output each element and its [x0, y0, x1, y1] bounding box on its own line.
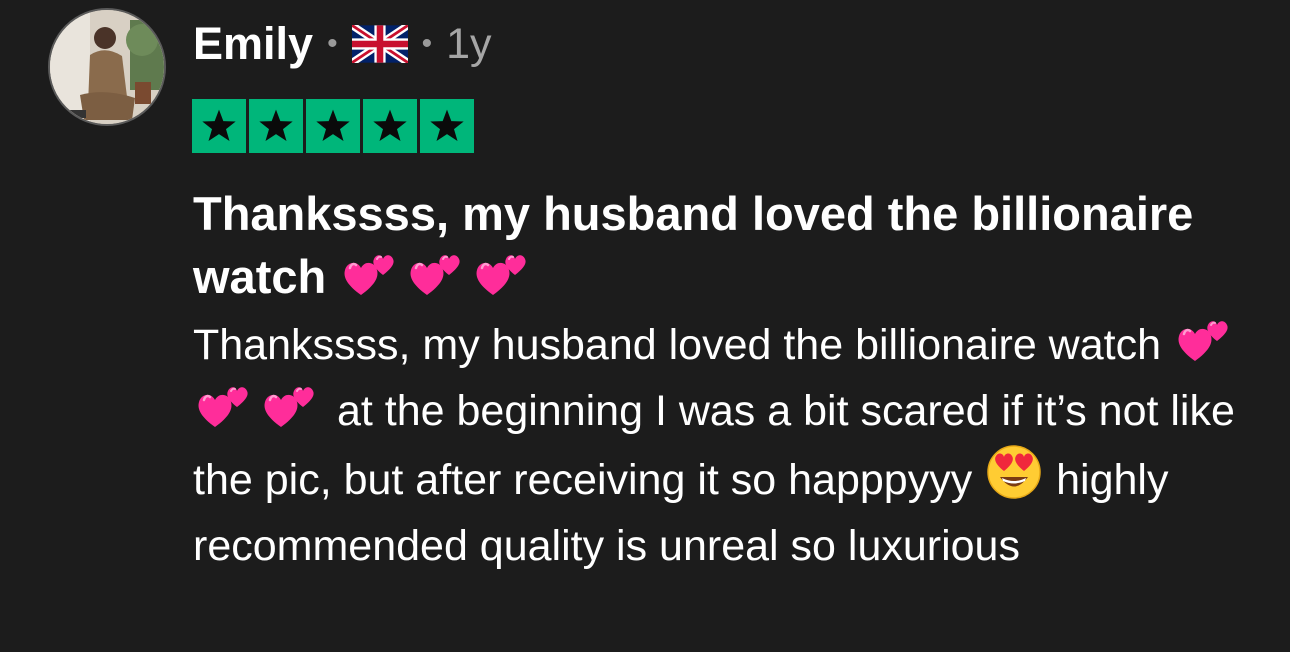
- two-hearts-emoji: [341, 249, 403, 299]
- star-icon: [306, 99, 360, 153]
- separator-dot: •: [421, 27, 433, 60]
- review-title: Thankssss, my husband loved the billiona…: [193, 182, 1263, 308]
- two-hearts-emoji: [473, 249, 535, 299]
- star-icon: [249, 99, 303, 153]
- star-rating: [192, 99, 474, 153]
- review-age: 1y: [446, 19, 492, 68]
- star-icon: [363, 99, 417, 153]
- review-card: Emily • • 1y Thankssss, my husband loved…: [0, 0, 1290, 652]
- review-body: Thankssss, my husband loved the billiona…: [193, 312, 1273, 579]
- uk-flag-icon: [351, 25, 408, 63]
- star-icon: [420, 99, 474, 153]
- heart-eyes-emoji: [986, 444, 1042, 500]
- avatar[interactable]: [48, 8, 166, 126]
- two-hearts-emoji: [1175, 315, 1237, 365]
- review-body-part1: Thankssss, my husband loved the billiona…: [193, 321, 1162, 369]
- author-name[interactable]: Emily: [193, 18, 313, 70]
- separator-dot: •: [327, 27, 338, 60]
- two-hearts-emoji: [195, 381, 257, 431]
- two-hearts-emoji: [407, 249, 469, 299]
- star-icon: [192, 99, 246, 153]
- review-header: Emily • • 1y: [193, 16, 492, 72]
- two-hearts-emoji: [261, 381, 323, 431]
